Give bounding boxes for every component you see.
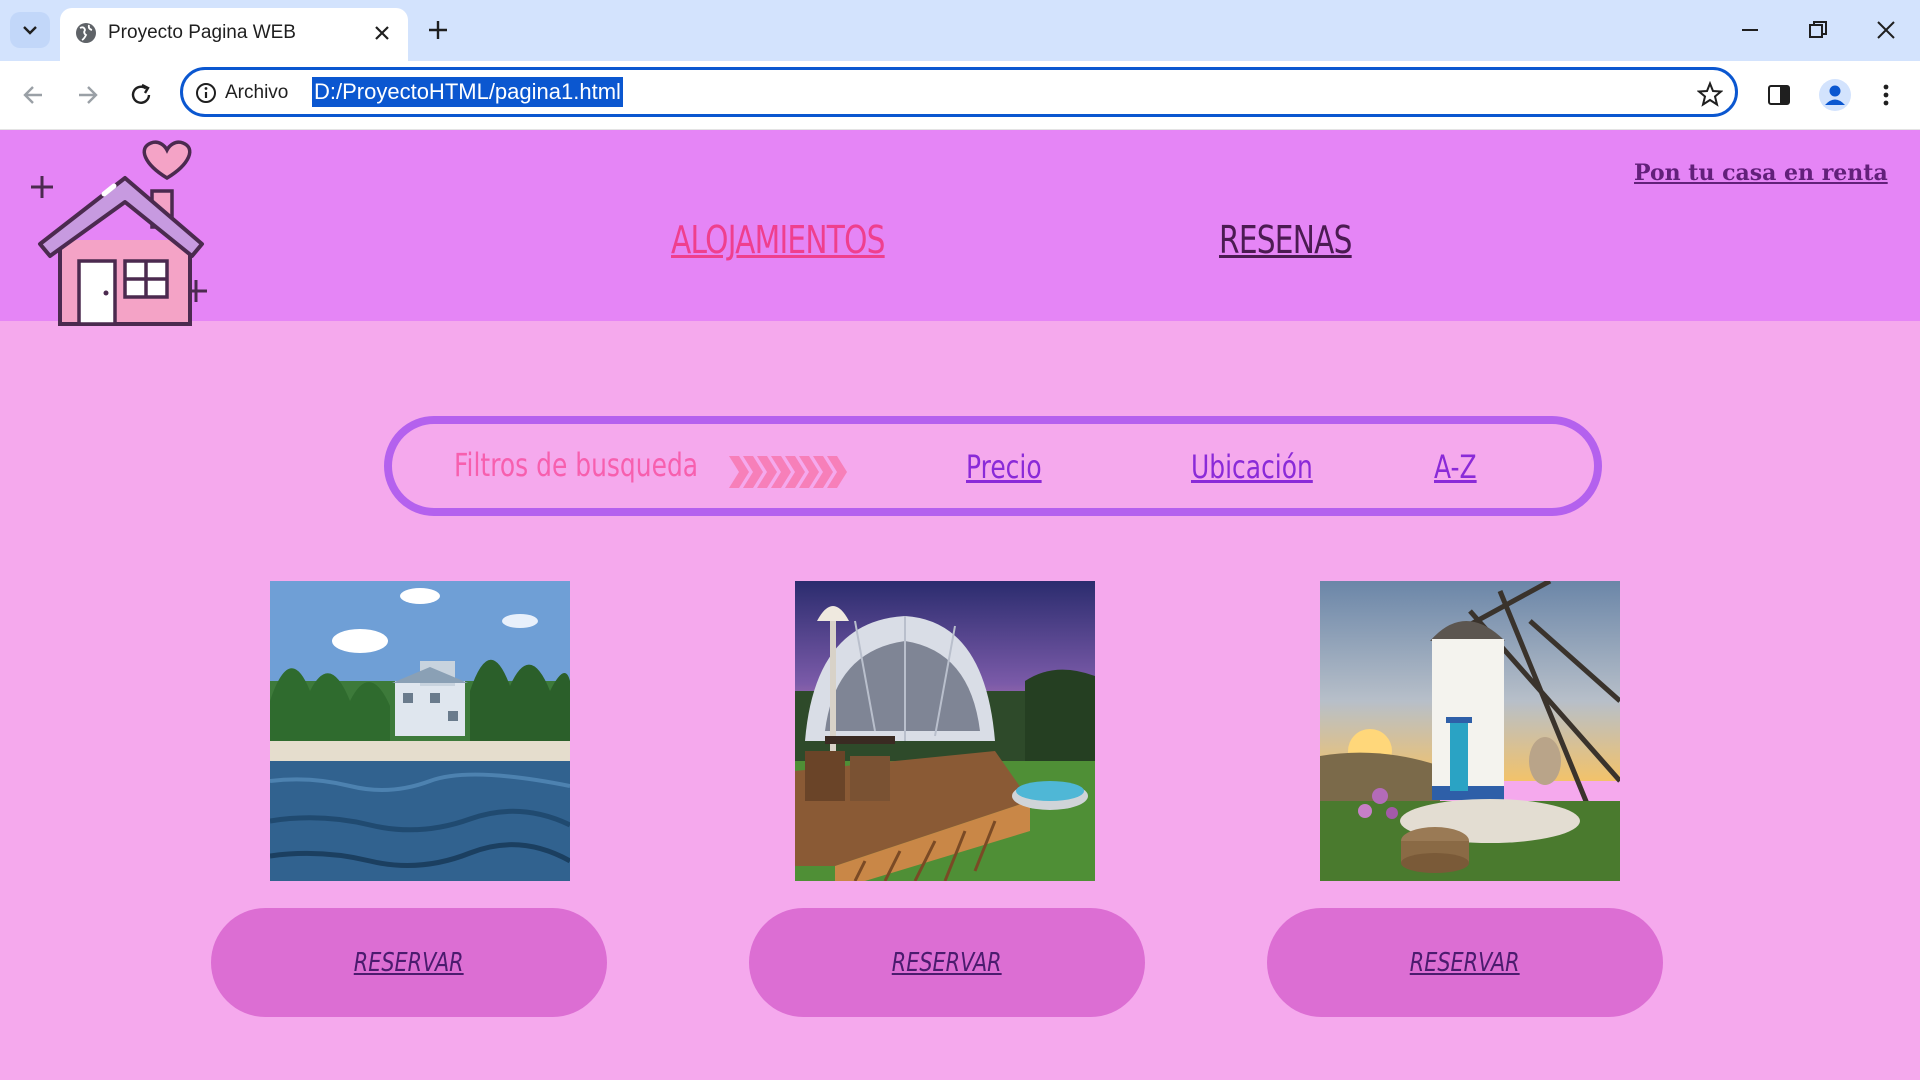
restore-icon[interactable] <box>1804 16 1832 44</box>
reserve-button-beach-house[interactable]: RESERVAR <box>211 908 607 1017</box>
nav-resenas-link[interactable]: RESENAS <box>1219 218 1352 262</box>
profile-avatar-icon[interactable] <box>1818 78 1852 112</box>
side-panel-icon[interactable] <box>1765 81 1793 109</box>
windmill-photo <box>1320 581 1620 881</box>
browser-tab[interactable]: Proyecto Pagina WEB <box>60 8 408 61</box>
reserve-button-windmill[interactable]: RESERVAR <box>1267 908 1663 1017</box>
browser-tab-strip: Proyecto Pagina WEB <box>0 0 1920 61</box>
rent-your-house-link[interactable]: Pon tu casa en renta <box>1634 160 1888 186</box>
forward-arrow-icon[interactable] <box>73 81 101 109</box>
url-text[interactable]: D:/ProyectoHTML/pagina1.html <box>312 77 623 107</box>
minimize-icon[interactable] <box>1736 16 1764 44</box>
search-filters-bar: Filtros de busqueda Precio Ubicación A-Z <box>384 416 1602 516</box>
star-icon[interactable] <box>1697 81 1723 107</box>
reserve-button-label: RESERVAR <box>1410 947 1520 978</box>
house-heart-logo-icon[interactable] <box>24 136 214 326</box>
reserve-button-label: RESERVAR <box>892 947 1002 978</box>
globe-icon <box>76 23 96 43</box>
tab-search-button[interactable] <box>10 12 50 48</box>
filter-precio-link[interactable]: Precio <box>966 448 1042 486</box>
browser-toolbar: Archivo D:/ProyectoHTML/pagina1.html <box>0 61 1920 130</box>
reserve-button-label: RESERVAR <box>354 947 464 978</box>
filters-label: Filtros de busqueda <box>454 446 699 484</box>
nav-alojamientos-link[interactable]: ALOJAMIENTOS <box>671 218 885 262</box>
back-arrow-icon[interactable] <box>20 81 48 109</box>
chevrons-right-icon <box>729 456 847 488</box>
close-icon[interactable] <box>370 21 394 45</box>
close-window-icon[interactable] <box>1872 16 1900 44</box>
beach-house-photo <box>270 581 570 881</box>
info-icon[interactable] <box>195 82 217 104</box>
tab-title: Proyecto Pagina WEB <box>108 22 296 43</box>
page-info-label[interactable]: Archivo <box>225 82 288 104</box>
more-menu-icon[interactable] <box>1876 81 1896 109</box>
site-header: ALOJAMIENTOS RESENAS Pon tu casa en rent… <box>0 130 1920 326</box>
filter-a-z-link[interactable]: A-Z <box>1434 448 1477 486</box>
plus-icon[interactable] <box>424 16 452 44</box>
reserve-button-glamping-dome[interactable]: RESERVAR <box>749 908 1145 1017</box>
address-bar[interactable]: Archivo D:/ProyectoHTML/pagina1.html <box>180 67 1738 117</box>
filter-ubicacion-link[interactable]: Ubicación <box>1191 448 1313 486</box>
glamping-dome-photo <box>795 581 1095 881</box>
chevron-down-icon <box>23 26 37 35</box>
reload-icon[interactable] <box>127 81 155 109</box>
